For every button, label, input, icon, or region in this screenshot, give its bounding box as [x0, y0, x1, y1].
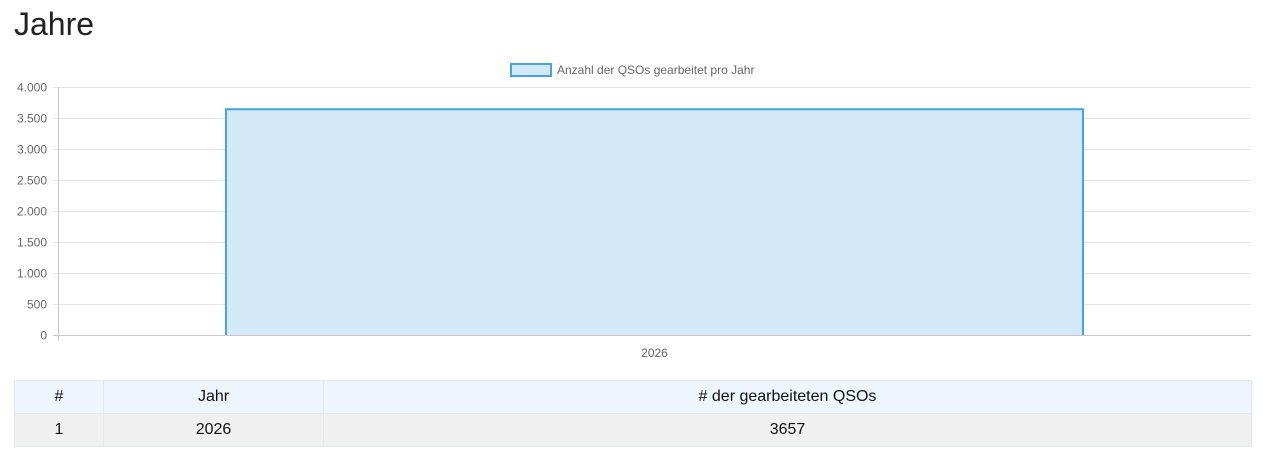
qso-per-year-table: # Jahr # der gearbeiteten QSOs 1 2026 36…	[14, 380, 1252, 447]
y-tick-label: 2.000	[17, 205, 47, 219]
y-tick-label: 1.500	[17, 236, 47, 250]
y-tick-label: 3.000	[17, 143, 47, 157]
table-header-row: # Jahr # der gearbeiteten QSOs	[14, 380, 1252, 414]
bar	[225, 108, 1084, 336]
y-tick-label: 2.500	[17, 174, 47, 188]
legend-swatch	[510, 63, 552, 77]
y-tick-label: 1.000	[17, 267, 47, 281]
y-tick-label: 0	[40, 329, 47, 343]
column-header-index: #	[14, 380, 104, 414]
cell-year: 2026	[103, 413, 324, 447]
cell-index: 1	[14, 413, 104, 447]
legend-label: Anzahl der QSOs gearbeitet pro Jahr	[557, 63, 754, 77]
y-tick-label: 500	[27, 298, 47, 312]
x-tick-label: 2026	[641, 346, 668, 360]
y-tick-label: 3.500	[17, 112, 47, 126]
y-tick-label: 4.000	[17, 81, 47, 95]
column-header-year: Jahr	[103, 380, 324, 414]
qso-per-year-chart: 0 500 1.000 1.500 2.000 2.500 3.000 3.500 4.000 2…	[17, 63, 1251, 360]
table-row: 1 2026 3657	[14, 413, 1252, 447]
cell-qso-count: 3657	[323, 413, 1252, 447]
column-header-qso-count: # der gearbeiteten QSOs	[323, 380, 1252, 414]
